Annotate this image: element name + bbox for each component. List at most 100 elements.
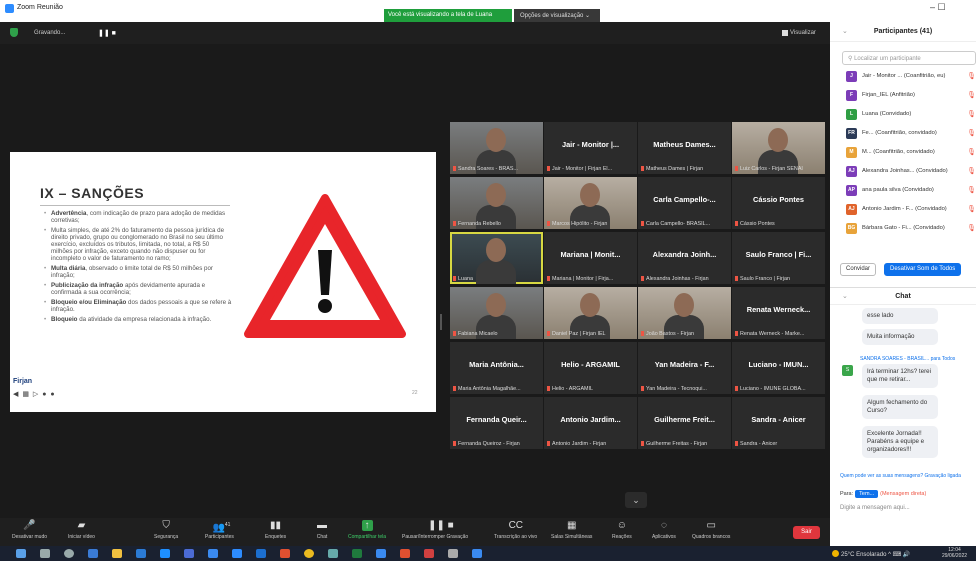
share-screen-button[interactable]: ↑ Compartilhar tela xyxy=(348,520,386,540)
view-button[interactable]: Visualizar xyxy=(790,30,816,36)
video-tile[interactable]: Sandra Soares - BRAS... xyxy=(450,122,543,174)
warning-triangle-icon xyxy=(244,194,406,338)
leave-button[interactable]: Sair xyxy=(793,526,820,539)
chat-visibility-note[interactable]: Quem pode ver as suas mensagens? Gravaçã… xyxy=(840,473,961,479)
unmute-button[interactable]: 🎤 Desativar mudo xyxy=(12,520,47,540)
chat-button[interactable]: ▬ Chat xyxy=(315,520,329,540)
video-tile[interactable]: Antonio Jardim... Antonio Jardim - Firjan xyxy=(544,397,637,449)
video-tile[interactable]: Luciano - IMUN... Luciano - IMUNE GLOBA..… xyxy=(732,342,825,394)
app-icon[interactable] xyxy=(280,549,290,558)
excel-icon[interactable] xyxy=(352,549,362,558)
pause-recording-button[interactable]: ❚❚ ■ Pausar/Interromper Gravação xyxy=(402,520,468,540)
app-icon[interactable] xyxy=(376,549,386,558)
shield-icon: ⛉ xyxy=(162,520,170,531)
closed-captions-icon: CC xyxy=(508,520,524,531)
participant-row[interactable]: FR Fe... (Coanfitrião, convidado) 🎙 xyxy=(846,127,976,141)
video-tile[interactable]: Helio - ARGAMIL Helio - ARGAMIL xyxy=(544,342,637,394)
video-tile[interactable]: Fabiana Micaelo xyxy=(450,287,543,339)
teams-icon[interactable] xyxy=(184,549,194,558)
zoom-taskbar-icon[interactable] xyxy=(232,549,242,558)
video-tile[interactable]: Matheus Dames... Matheus Dames | Firjan xyxy=(638,122,731,174)
invite-button[interactable]: Convidar xyxy=(840,263,877,276)
participant-row[interactable]: F Firjan_IEL (Anfitrião) 🎙 xyxy=(846,89,976,103)
participant-video xyxy=(486,128,506,152)
tile-name: Antonio Jardim... xyxy=(560,415,621,424)
tile-name: Guilherme Freit... xyxy=(654,415,715,424)
tile-name: Cássio Pontes xyxy=(753,195,804,204)
file-explorer-icon[interactable] xyxy=(112,549,122,558)
word-icon[interactable] xyxy=(136,549,146,558)
mute-all-button[interactable]: Desativar Som de Todos xyxy=(884,263,962,276)
video-tile[interactable]: João Bastos - Firjan xyxy=(638,287,731,339)
participant-row[interactable]: L Luana (Convidado) 🎙 xyxy=(846,108,976,122)
app-icon[interactable] xyxy=(472,549,482,558)
security-shield-icon[interactable] xyxy=(10,28,18,37)
video-tile[interactable]: Yan Madeira - F... Yan Madeira - Tecnoqui… xyxy=(638,342,731,394)
calendar-icon[interactable] xyxy=(256,549,266,558)
muted-microphone-icon: 🎙 xyxy=(967,130,976,137)
windows-start-icon[interactable] xyxy=(16,549,26,558)
whiteboards-button[interactable]: ▭ Quadros brancos xyxy=(692,520,730,540)
live-transcript-button[interactable]: CC Transcrição ao vivo xyxy=(494,520,537,540)
search-icon[interactable] xyxy=(40,549,50,558)
polls-button[interactable]: ▮▮ Enquetes xyxy=(265,520,286,540)
reactions-button[interactable]: ☺ Reações xyxy=(612,520,632,540)
participant-row[interactable]: AP ana paula silva (Convidado) 🎙 xyxy=(846,184,976,198)
system-tray[interactable]: 25°C Ensolarado ^ ⌨ 🔊 xyxy=(832,550,910,558)
video-tile[interactable]: Fernanda Rebello xyxy=(450,177,543,229)
gallery-more-button[interactable]: ⌄ xyxy=(625,492,647,508)
video-tile[interactable]: Jair - Monitor |... Jair - Monitor | Firj… xyxy=(544,122,637,174)
security-button[interactable]: ⛉ Segurança xyxy=(154,520,178,540)
video-tile[interactable]: Luiz Carlos - Firjan SENAI xyxy=(732,122,825,174)
start-video-button[interactable]: ▰ Iniciar vídeo xyxy=(68,520,95,540)
video-tile[interactable]: Cássio Pontes Cássio Pontes xyxy=(732,177,825,229)
video-tile[interactable]: Fernanda Queir... Fernanda Queiroz - Firj… xyxy=(450,397,543,449)
recipient-select[interactable]: Tem... xyxy=(855,490,879,498)
chrome-icon[interactable] xyxy=(304,549,314,558)
outlook-icon[interactable] xyxy=(208,549,218,558)
slide-controls[interactable]: ◀ ▦ ▷ ● ● xyxy=(13,390,56,398)
app-icon[interactable] xyxy=(448,549,458,558)
participant-row[interactable]: BG Bárbara Gato - Fi... (Convidado) 🎙 xyxy=(846,222,976,236)
video-tile[interactable]: Saulo Franco | Fi... Saulo Franco | Firja… xyxy=(732,232,825,284)
collapse-chevron-icon[interactable]: ⌄ xyxy=(842,288,848,306)
video-tile[interactable]: Carla Campello-... Carla Campello- BRASIL… xyxy=(638,177,731,229)
tile-caption: Daniel Paz | Firjan IEL xyxy=(547,331,635,337)
participant-row[interactable]: J Jair - Monitor ... (Coanfitrião, eu) 🎙 xyxy=(846,70,976,84)
edge-icon[interactable] xyxy=(160,549,170,558)
video-tile[interactable]: Marcos Hipólito - Firjan xyxy=(544,177,637,229)
video-tile[interactable]: Mariana | Monit... Mariana | Monitor | Fi… xyxy=(544,232,637,284)
recording-controls[interactable]: ❚❚ ■ xyxy=(98,29,116,37)
video-tile[interactable]: Renata Werneck... Renata Werneck - Marke.… xyxy=(732,287,825,339)
participant-row[interactable]: AJ Alexandra Joinhas... (Convidado) 🎙 xyxy=(846,165,976,179)
tile-name: Renata Werneck... xyxy=(746,305,811,314)
view-options-button[interactable]: Opções de visualização ⌄ xyxy=(514,9,600,22)
participant-row[interactable]: M M... (Coanfitrião, convidado) 🎙 xyxy=(846,146,976,160)
video-tile[interactable]: Luana xyxy=(450,232,543,284)
split-divider-handle[interactable] xyxy=(440,314,442,330)
breakout-rooms-button[interactable]: ▦ Salas Simultâneas xyxy=(551,520,592,540)
participant-search-input[interactable]: ⚲ Localizar um participante xyxy=(842,51,976,65)
task-view-icon[interactable] xyxy=(64,549,74,558)
app-icon[interactable] xyxy=(400,549,410,558)
tile-caption: Cássio Pontes xyxy=(735,221,823,227)
tile-caption: Antonio Jardim - Firjan xyxy=(547,441,635,447)
video-tile[interactable]: Maria Antônia... Maria Antônia Magalhãe..… xyxy=(450,342,543,394)
apps-button[interactable]: ◌ Aplicativos xyxy=(652,520,676,540)
video-tile[interactable]: Daniel Paz | Firjan IEL xyxy=(544,287,637,339)
chat-input[interactable]: Digite a mensagem aqui... xyxy=(840,505,910,511)
participants-button[interactable]: 👥41 Participantes xyxy=(205,520,234,540)
tile-caption: Sandra Soares - BRAS... xyxy=(453,166,541,172)
video-tile[interactable]: Guilherme Freit... Guilherme Freitas - Fi… xyxy=(638,397,731,449)
app-icon[interactable] xyxy=(424,549,434,558)
window-controls[interactable]: – ☐ xyxy=(930,2,946,13)
view-icon xyxy=(782,30,788,36)
video-tile[interactable]: Sandra - Anicer Sandra - Anicer xyxy=(732,397,825,449)
video-tile[interactable]: Alexandra Joinh... Alexandra Joinhas - Fi… xyxy=(638,232,731,284)
participant-row[interactable]: AJ Antonio Jardim - F... (Convidado) 🎙 xyxy=(846,203,976,217)
collapse-chevron-icon[interactable]: ⌄ xyxy=(842,22,848,42)
clock[interactable]: 12:04 29/06/2022 xyxy=(942,547,967,559)
chat-message: Algum fechamento do Curso? xyxy=(862,395,938,419)
widgets-icon[interactable] xyxy=(88,549,98,558)
app-icon[interactable] xyxy=(328,549,338,558)
